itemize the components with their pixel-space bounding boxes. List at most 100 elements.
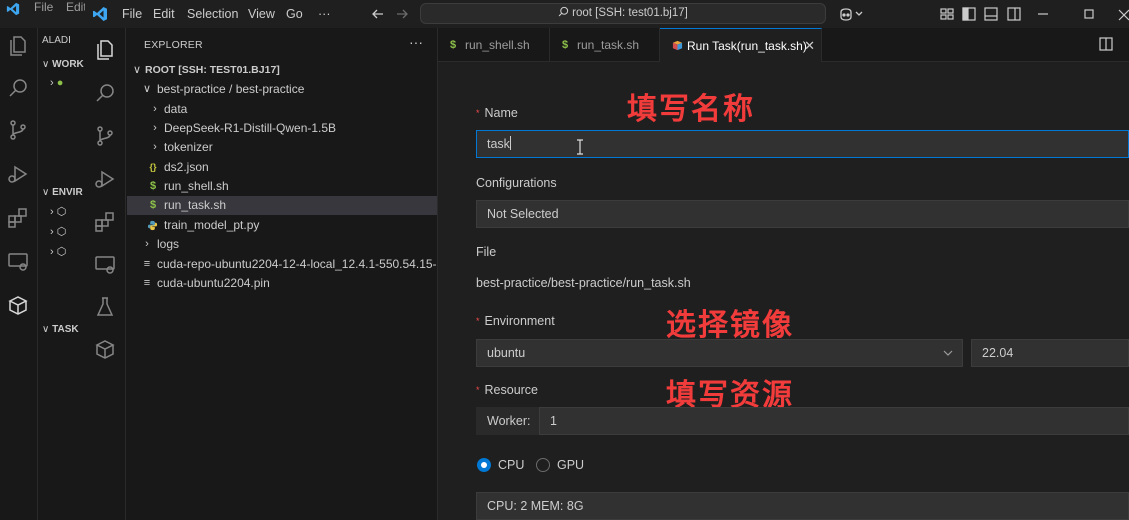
shell-file-icon: $ [149, 180, 157, 192]
required-mark: * [476, 385, 480, 395]
resource-spec-value: CPU: 2 MEM: 8G [487, 499, 584, 513]
remote-explorer-icon[interactable] [6, 250, 30, 274]
cpu-radio-label[interactable]: CPU [498, 458, 524, 472]
chevron-right-icon: › [153, 141, 157, 153]
chevron-right-icon: › [145, 238, 149, 250]
configurations-label: Configurations [476, 176, 557, 190]
json-file-icon: {} [149, 162, 157, 172]
resource-spec-select[interactable]: CPU: 2 MEM: 8G [476, 492, 1129, 520]
tab-run-shell[interactable]: $ run_shell.sh [438, 28, 550, 62]
command-center-text: root [SSH: test01.bj17] [572, 7, 688, 19]
background-section-workspace[interactable]: ∨ WORK [42, 59, 84, 70]
extensions-icon[interactable] [93, 210, 117, 234]
tree-item-label: tokenizer [164, 140, 213, 154]
split-editor-icon[interactable] [1099, 37, 1113, 51]
back-arrow-icon[interactable] [370, 6, 386, 22]
background-titlebar: File Edit [0, 0, 87, 28]
menu-view[interactable]: View [248, 7, 275, 21]
menu-go[interactable]: Go [286, 7, 303, 21]
menu-file[interactable]: File [122, 7, 142, 21]
search-icon[interactable] [93, 81, 117, 105]
background-sidebar-title: ALADI [42, 35, 71, 46]
testing-flask-icon[interactable] [93, 295, 117, 319]
tree-item-file[interactable]: ≡ cuda-ubuntu2204.pin [127, 274, 437, 293]
background-env-row[interactable]: › ⬡ [50, 225, 66, 238]
name-input[interactable]: task [476, 130, 1129, 158]
tree-item-label: run_shell.sh [164, 179, 229, 193]
configurations-value: Not Selected [487, 207, 559, 221]
background-section-task[interactable]: ∨ TASK [42, 324, 79, 335]
menu-edit[interactable]: Edit [153, 7, 175, 21]
background-sidebar: ALADI ∨ WORK › ● ∨ ENVIR › ⬡ › ⬡ › ⬡ ∨ T… [38, 28, 85, 520]
environment-label: * Environment [476, 314, 555, 328]
close-window-icon[interactable] [1117, 6, 1129, 22]
toggle-secondary-sidebar-icon[interactable] [1006, 6, 1022, 22]
aladdin-icon[interactable] [93, 338, 117, 362]
tree-item-folder[interactable]: › data [127, 100, 437, 119]
source-control-icon[interactable] [93, 124, 117, 148]
background-env-row[interactable]: › ⬡ [50, 245, 66, 258]
tree-item-label: cuda-ubuntu2204.pin [157, 276, 270, 290]
source-control-icon[interactable] [6, 118, 30, 142]
tree-item-folder[interactable]: ∨ best-practice / best-practice [127, 80, 437, 99]
toggle-primary-sidebar-icon[interactable] [961, 6, 977, 22]
tree-item-folder[interactable]: › tokenizer [127, 138, 437, 157]
environment-version-select[interactable]: 22.04 [971, 339, 1129, 367]
background-workspace-row[interactable]: › ● [50, 77, 63, 89]
worker-input[interactable]: 1 [539, 407, 1129, 435]
search-icon [558, 6, 569, 17]
environment-os-select[interactable]: ubuntu [476, 339, 963, 367]
text-cursor-icon [577, 139, 583, 155]
toggle-panel-icon[interactable] [983, 6, 999, 22]
tree-item-file-selected[interactable]: $ run_task.sh [127, 196, 437, 215]
chevron-down-icon: ∨ [132, 64, 142, 76]
background-env-row[interactable]: › ⬡ [50, 205, 66, 218]
tree-item-folder[interactable]: › DeepSeek-R1-Distill-Qwen-1.5B [127, 119, 437, 138]
vscode-logo-icon [6, 2, 20, 16]
background-section-environment[interactable]: ∨ ENVIR [42, 187, 83, 198]
run-debug-icon[interactable] [6, 162, 30, 186]
python-file-icon [147, 220, 158, 231]
gpu-radio[interactable] [536, 458, 550, 472]
explorer-sidebar: EXPLORER ··· ∨ ROOT [SSH: TEST01.BJ17] ∨… [126, 28, 438, 520]
background-menu-edit[interactable]: Edit [66, 0, 87, 14]
more-actions-button[interactable]: ··· [409, 34, 423, 50]
tab-label: run_shell.sh [465, 38, 530, 52]
close-tab-icon[interactable]: ✕ [804, 29, 815, 63]
search-icon[interactable] [6, 76, 30, 100]
environment-os-value: ubuntu [487, 346, 526, 360]
minimize-icon[interactable] [1035, 6, 1051, 22]
run-debug-icon[interactable] [93, 167, 117, 191]
tab-run-task[interactable]: $ run_task.sh [550, 28, 660, 62]
menu-more[interactable]: ··· [318, 7, 331, 21]
maximize-icon[interactable] [1081, 6, 1097, 22]
aladdin-icon[interactable] [6, 294, 30, 318]
worker-label: Worker: [487, 414, 531, 428]
configurations-select[interactable]: Not Selected [476, 200, 1129, 228]
tree-item-file[interactable]: ≡ cuda-repo-ubuntu2204-12-4-local_12.4.1… [127, 255, 437, 274]
menu-selection[interactable]: Selection [187, 7, 238, 21]
file-label: File [476, 245, 497, 259]
tree-item-folder[interactable]: › logs [127, 235, 437, 254]
worker-label-box: Worker: [476, 407, 539, 435]
tree-item-file[interactable]: {} ds2.json [127, 158, 437, 177]
workspace-root[interactable]: ∨ ROOT [SSH: TEST01.BJ17] [127, 61, 437, 80]
command-center[interactable]: root [SSH: test01.bj17] [420, 3, 826, 24]
cpu-radio[interactable] [477, 458, 491, 472]
chevron-down-icon[interactable] [854, 6, 864, 22]
copilot-icon[interactable] [838, 6, 854, 22]
customize-layout-icon[interactable] [939, 6, 955, 22]
tree-item-file[interactable]: train_model_pt.py [127, 216, 437, 235]
tree-item-file[interactable]: $ run_shell.sh [127, 177, 437, 196]
gpu-radio-label[interactable]: GPU [557, 458, 584, 472]
shell-file-icon: $ [450, 39, 457, 51]
tab-run-task-form[interactable]: Run Task(run_task.sh) ✕ [660, 28, 822, 62]
forward-arrow-icon[interactable] [394, 6, 410, 22]
files-icon[interactable] [6, 34, 30, 58]
remote-explorer-icon[interactable] [93, 253, 117, 277]
shell-file-icon: $ [562, 39, 569, 51]
explorer-files-icon[interactable] [93, 38, 117, 62]
extensions-icon[interactable] [6, 206, 30, 230]
background-menu-file[interactable]: File [34, 0, 53, 14]
editor-tab-bar: $ run_shell.sh $ run_task.sh Run Task(ru… [438, 28, 1129, 62]
